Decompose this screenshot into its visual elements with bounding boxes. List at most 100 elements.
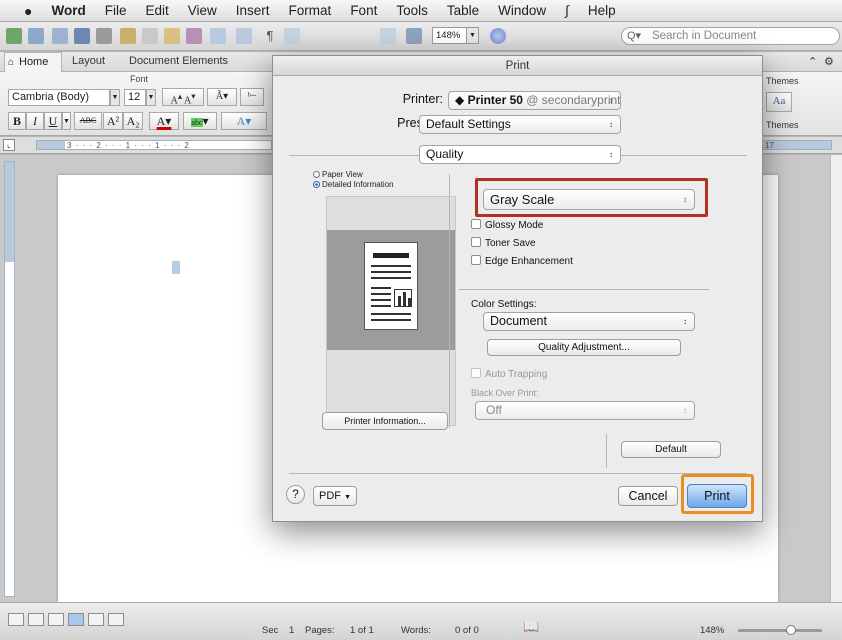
menu-insert[interactable]: Insert — [236, 3, 270, 18]
preview-line — [371, 319, 411, 321]
tab-document-elements[interactable]: Document Elements — [129, 55, 228, 67]
panel-popup[interactable]: Quality ↕ — [419, 145, 621, 164]
open-icon[interactable] — [52, 28, 68, 44]
home-icon: ⌂ — [8, 57, 15, 68]
font-name-dropdown-icon[interactable]: ▼ — [110, 89, 120, 106]
tab-home-label: Home — [19, 56, 49, 68]
zoom-dropdown-icon[interactable]: ▼ — [467, 27, 479, 44]
menu-tools[interactable]: Tools — [396, 3, 428, 18]
strikethrough-button[interactable]: ABC — [74, 112, 102, 130]
printer-label: Printer: — [402, 92, 443, 106]
highlight-button[interactable]: abc▾ — [183, 112, 217, 130]
quality-adjustment-button[interactable]: Quality Adjustment... — [487, 339, 681, 356]
redo-icon[interactable] — [236, 28, 252, 44]
undo-icon[interactable] — [210, 28, 226, 44]
publishing-view-icon[interactable] — [48, 613, 64, 626]
templates-icon[interactable] — [28, 28, 44, 44]
save-icon[interactable] — [74, 28, 90, 44]
tab-home[interactable]: ⌂ Home — [4, 52, 62, 72]
italic-button[interactable]: I — [26, 112, 44, 130]
tab-layout[interactable]: Layout — [72, 55, 105, 67]
menu-edit[interactable]: Edit — [145, 3, 168, 18]
help-button[interactable]: ? — [286, 485, 305, 504]
print-layout-view-icon[interactable] — [68, 613, 84, 626]
pdf-dropdown-icon: ▼ — [344, 494, 351, 501]
edge-enhancement-checkbox[interactable]: Edge Enhancement — [471, 255, 573, 267]
outline-view-icon[interactable] — [28, 613, 44, 626]
grow-shrink-font-buttons[interactable]: A▴ A▾ — [162, 88, 204, 106]
glossy-mode-checkbox[interactable]: Glossy Mode — [471, 219, 543, 231]
focus-view-icon[interactable] — [108, 613, 124, 626]
tab-stop-icon[interactable]: ⌞ — [3, 139, 15, 151]
font-name-field[interactable]: Cambria (Body) — [8, 89, 110, 106]
sidebar-icon[interactable] — [284, 28, 300, 44]
printer-name: Printer 50 — [467, 93, 523, 107]
auto-trapping-checkbox[interactable]: Auto Trapping — [471, 368, 547, 380]
ribbon-settings-icon[interactable]: ⚙ — [824, 55, 834, 68]
change-case-button[interactable]: Ã▾ — [207, 88, 237, 106]
menu-table[interactable]: Table — [447, 3, 479, 18]
menu-view[interactable]: View — [188, 3, 217, 18]
paste-icon[interactable] — [164, 28, 180, 44]
black-over-print-popup[interactable]: Off ↕ — [475, 401, 695, 420]
vertical-ruler[interactable] — [4, 161, 15, 597]
font-size-dropdown-icon[interactable]: ▼ — [146, 89, 156, 106]
table-icon[interactable] — [380, 28, 396, 44]
bold-button[interactable]: B — [8, 112, 26, 130]
proofing-book-icon[interactable]: 📖 — [523, 619, 539, 635]
menu-bar: ● Word File Edit View Insert Format Font… — [0, 0, 842, 22]
columns-icon[interactable] — [406, 28, 422, 44]
script-menu-icon[interactable]: ∫ — [565, 3, 569, 18]
zoom-slider[interactable] — [738, 629, 822, 632]
search-input[interactable]: Search in Document — [621, 27, 840, 45]
default-button[interactable]: Default — [621, 441, 721, 458]
font-color-button[interactable]: A▾ — [149, 112, 179, 130]
menu-font[interactable]: Font — [350, 3, 377, 18]
format-painter-icon[interactable] — [186, 28, 202, 44]
color-settings-label: Color Settings: — [471, 299, 537, 310]
printer-information-button[interactable]: Printer Information... — [322, 412, 448, 430]
detailed-info-radio[interactable]: Detailed Information — [313, 180, 394, 189]
zoom-field[interactable]: 148% — [432, 27, 467, 44]
vertical-scrollbar[interactable] — [830, 155, 842, 602]
toner-save-checkbox[interactable]: Toner Save — [471, 237, 536, 249]
presets-popup[interactable]: Default Settings ↕ — [419, 115, 621, 134]
ribbon-collapse-icon[interactable]: ⌃ — [808, 55, 817, 68]
preview-chart-icon — [394, 289, 412, 307]
menu-help[interactable]: Help — [588, 3, 616, 18]
paper-view-radio[interactable]: Paper View — [313, 170, 363, 179]
themes-group-label: Themes — [766, 120, 799, 130]
cancel-button[interactable]: Cancel — [618, 486, 678, 506]
underline-button[interactable]: U — [44, 112, 62, 130]
menu-format[interactable]: Format — [289, 3, 332, 18]
pilcrow-icon[interactable]: ¶ — [262, 28, 278, 44]
preview-line — [371, 277, 411, 279]
color-settings-popup[interactable]: Document ↕ — [483, 312, 695, 331]
popup-arrows-icon: ↕ — [609, 96, 613, 105]
menu-window[interactable]: Window — [498, 3, 546, 18]
draft-view-icon[interactable] — [8, 613, 24, 626]
zoom-slider-knob[interactable] — [786, 625, 796, 635]
bottom-separator — [289, 473, 747, 474]
underline-dropdown-icon[interactable]: ▼ — [62, 112, 71, 130]
subscript-button[interactable]: A₂ — [123, 112, 143, 130]
printer-popup[interactable]: ◆ Printer 50 @ secondaryprints... ↕ — [448, 91, 621, 110]
clear-formatting-button[interactable]: ᵇ− — [240, 88, 264, 106]
apple-menu-icon[interactable]: ● — [24, 3, 32, 19]
cut-icon[interactable] — [120, 28, 136, 44]
popup-arrows-icon: ↕ — [683, 406, 687, 415]
pdf-label: PDF — [319, 490, 341, 502]
font-size-field[interactable]: 12 — [124, 89, 146, 106]
print-icon[interactable] — [96, 28, 112, 44]
new-document-icon[interactable] — [6, 28, 22, 44]
copy-icon[interactable] — [142, 28, 158, 44]
help-icon[interactable] — [490, 28, 506, 44]
notebook-view-icon[interactable] — [88, 613, 104, 626]
popup-arrows-icon: ↕ — [683, 317, 687, 326]
pdf-button[interactable]: PDF ▼ — [313, 486, 357, 506]
menu-file[interactable]: File — [105, 3, 127, 18]
text-effects-button[interactable]: A▾ — [221, 112, 267, 130]
superscript-button[interactable]: A² — [103, 112, 123, 130]
app-menu-word[interactable]: Word — [51, 3, 85, 18]
themes-button[interactable]: Aa — [766, 92, 792, 112]
